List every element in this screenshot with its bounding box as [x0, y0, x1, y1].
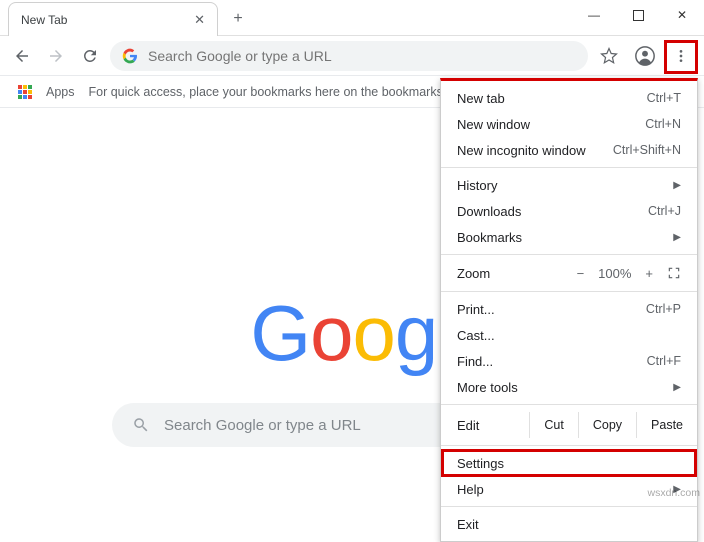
menu-item-history[interactable]: History ▶: [441, 172, 697, 198]
menu-item-print[interactable]: Print... Ctrl+P: [441, 296, 697, 322]
watermark: wsxdn.com: [647, 487, 700, 499]
menu-label: Help: [457, 482, 484, 497]
omnibox-input[interactable]: [148, 48, 576, 64]
menu-separator: [441, 445, 697, 446]
menu-item-bookmarks[interactable]: Bookmarks ▶: [441, 224, 697, 250]
menu-shortcut: Ctrl+P: [646, 302, 681, 316]
menu-label: Print...: [457, 302, 495, 317]
menu-label: Downloads: [457, 204, 521, 219]
back-button[interactable]: [8, 42, 36, 70]
menu-label: Cast...: [457, 328, 495, 343]
menu-item-exit[interactable]: Exit: [441, 511, 697, 537]
chevron-right-icon: ▶: [673, 232, 681, 243]
maximize-button[interactable]: [616, 0, 660, 30]
minimize-button[interactable]: —: [572, 0, 616, 30]
menu-separator: [441, 506, 697, 507]
browser-tab[interactable]: New Tab ✕: [8, 2, 218, 36]
title-bar: New Tab ✕ + — ✕: [0, 0, 704, 36]
menu-label: Bookmarks: [457, 230, 522, 245]
menu-item-new-window[interactable]: New window Ctrl+N: [441, 111, 697, 137]
omnibox[interactable]: [110, 41, 588, 71]
menu-label: Find...: [457, 354, 493, 369]
chrome-menu: New tab Ctrl+T New window Ctrl+N New inc…: [440, 78, 698, 542]
menu-label: New tab: [457, 91, 505, 106]
menu-label: Edit: [457, 418, 479, 433]
menu-label: Settings: [457, 456, 504, 471]
close-tab-icon[interactable]: ✕: [194, 12, 205, 28]
chevron-right-icon: ▶: [673, 382, 681, 393]
bookmark-star-icon[interactable]: [594, 41, 624, 71]
edit-cut-button[interactable]: Cut: [529, 412, 577, 438]
kebab-menu-icon[interactable]: [666, 41, 696, 71]
ntp-search-placeholder: Search Google or type a URL: [164, 417, 361, 434]
search-icon: [132, 416, 150, 434]
apps-icon[interactable]: [18, 85, 32, 99]
menu-label: New incognito window: [457, 143, 586, 158]
menu-item-find[interactable]: Find... Ctrl+F: [441, 348, 697, 374]
menu-item-more-tools[interactable]: More tools ▶: [441, 374, 697, 400]
profile-icon[interactable]: [630, 41, 660, 71]
menu-label: Exit: [457, 517, 479, 532]
zoom-value: 100%: [598, 266, 631, 281]
fullscreen-icon[interactable]: [667, 266, 681, 280]
edit-paste-button[interactable]: Paste: [636, 412, 697, 438]
menu-label: Zoom: [457, 266, 490, 281]
menu-separator: [441, 167, 697, 168]
forward-button[interactable]: [42, 42, 70, 70]
menu-separator: [441, 291, 697, 292]
menu-shortcut: Ctrl+Shift+N: [613, 143, 681, 157]
zoom-in-button[interactable]: +: [645, 266, 653, 281]
apps-label[interactable]: Apps: [46, 85, 75, 99]
menu-item-settings[interactable]: Settings: [441, 450, 697, 476]
menu-label: New window: [457, 117, 530, 132]
menu-label: History: [457, 178, 497, 193]
new-tab-button[interactable]: +: [224, 5, 252, 33]
menu-item-cast[interactable]: Cast...: [441, 322, 697, 348]
toolbar: [0, 36, 704, 76]
menu-shortcut: Ctrl+N: [645, 117, 681, 131]
menu-item-edit: Edit Cut Copy Paste: [441, 409, 697, 441]
reload-button[interactable]: [76, 42, 104, 70]
menu-shortcut: Ctrl+F: [647, 354, 681, 368]
edit-copy-button[interactable]: Copy: [578, 412, 636, 438]
close-window-button[interactable]: ✕: [660, 0, 704, 30]
menu-item-incognito[interactable]: New incognito window Ctrl+Shift+N: [441, 137, 697, 163]
menu-item-new-tab[interactable]: New tab Ctrl+T: [441, 85, 697, 111]
menu-item-downloads[interactable]: Downloads Ctrl+J: [441, 198, 697, 224]
google-g-icon: [122, 48, 138, 64]
menu-separator: [441, 254, 697, 255]
menu-shortcut: Ctrl+T: [647, 91, 681, 105]
chevron-right-icon: ▶: [673, 180, 681, 191]
menu-shortcut: Ctrl+J: [648, 204, 681, 218]
window-controls: — ✕: [572, 0, 704, 30]
menu-item-zoom: Zoom − 100% +: [441, 259, 697, 287]
tab-title: New Tab: [21, 13, 67, 27]
zoom-out-button[interactable]: −: [577, 266, 585, 281]
menu-label: More tools: [457, 380, 518, 395]
bookmarks-hint: For quick access, place your bookmarks h…: [89, 85, 461, 99]
menu-separator: [441, 404, 697, 405]
